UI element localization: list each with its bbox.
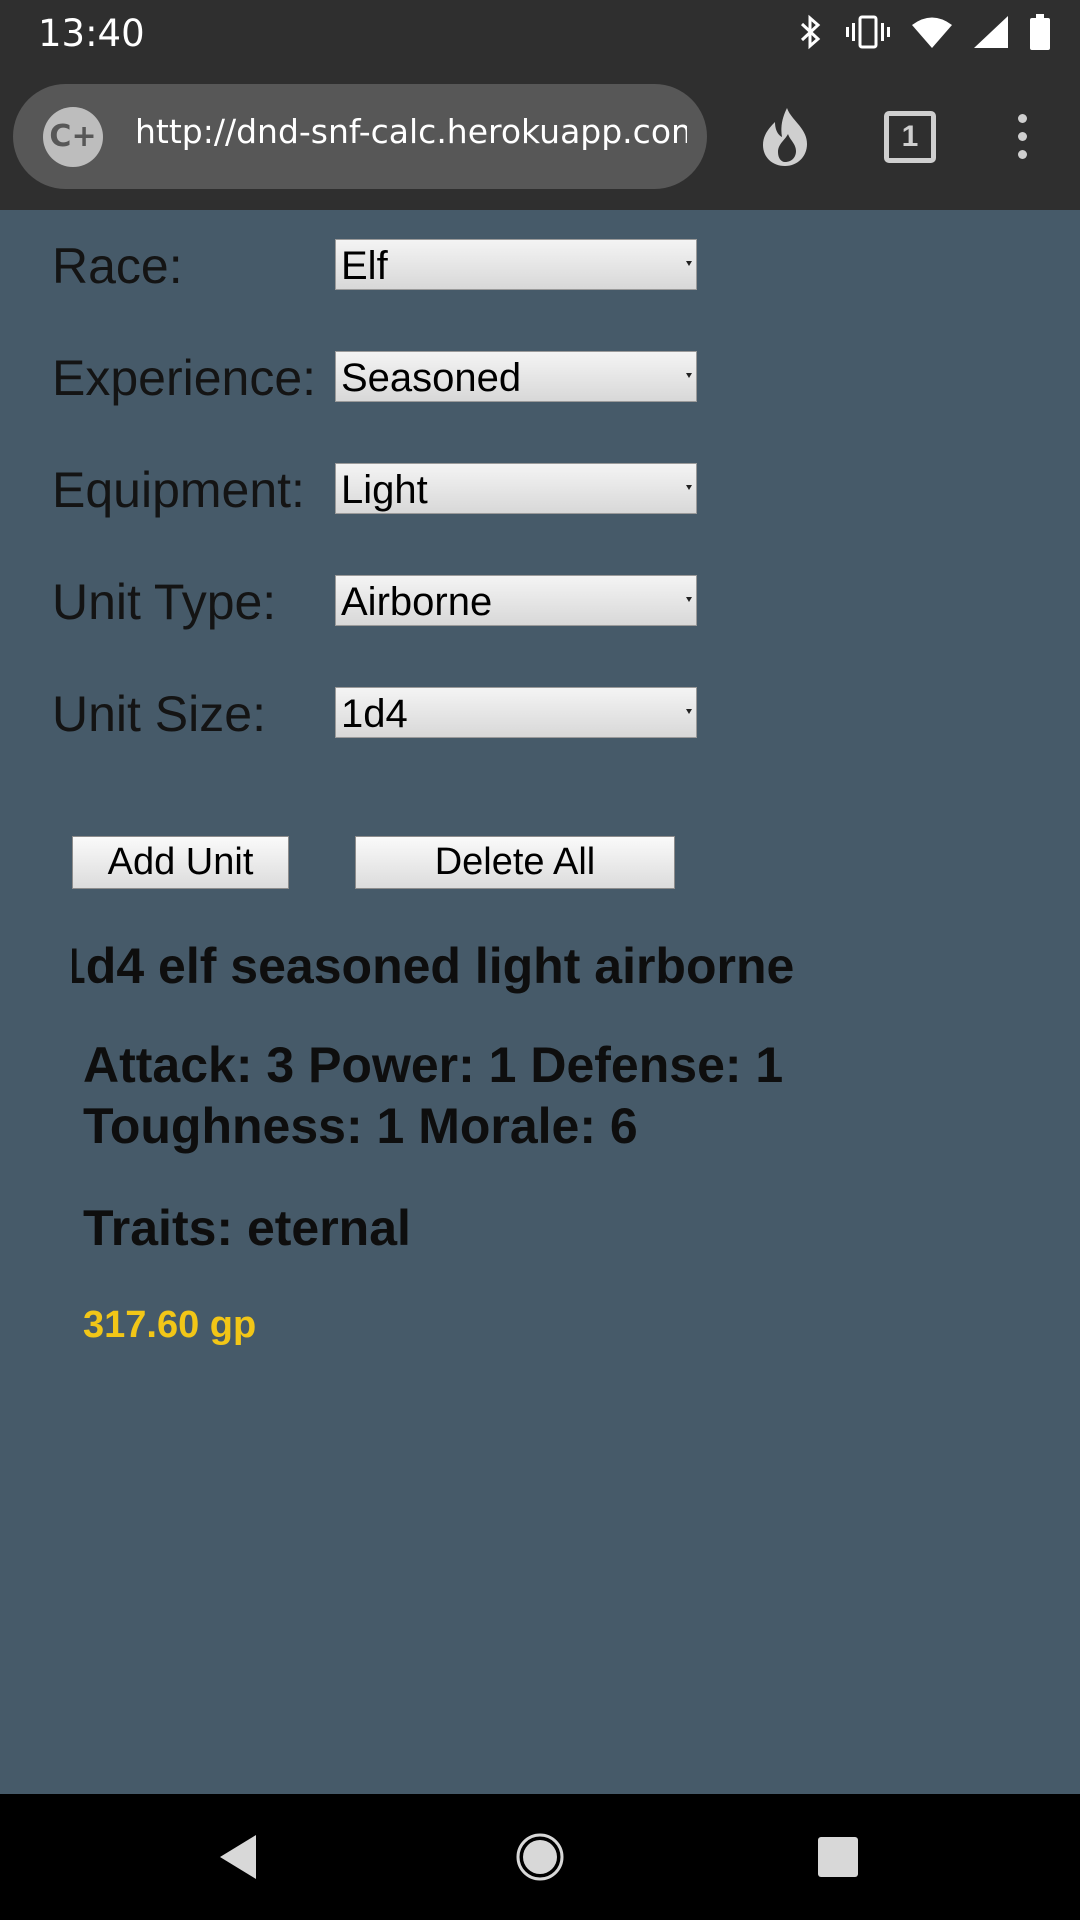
- experience-label: Experience:: [52, 350, 317, 406]
- navigation-bar: [0, 1794, 1080, 1920]
- home-icon: [516, 1833, 564, 1881]
- vibrate-icon: [846, 15, 890, 49]
- status-time: 13:40: [38, 12, 145, 55]
- unit-type-select[interactable]: Airborne: [335, 575, 697, 626]
- url-text[interactable]: http://dnd-snf-calc.herokuapp.com/: [135, 112, 687, 151]
- equipment-label: Equipment:: [52, 462, 305, 518]
- menu-icon: [1017, 114, 1027, 159]
- wifi-icon: [912, 17, 952, 48]
- unit-size-select[interactable]: 1d4: [335, 687, 697, 738]
- recents-button[interactable]: [778, 1794, 898, 1920]
- chevron-down-icon: [686, 261, 692, 266]
- address-bar[interactable]: C+ http://dnd-snf-calc.herokuapp.com/: [13, 84, 707, 189]
- race-label: Race:: [52, 238, 183, 294]
- race-select[interactable]: Elf: [335, 239, 697, 290]
- equipment-select[interactable]: Light: [335, 463, 697, 514]
- add-unit-button[interactable]: Add Unit: [72, 836, 289, 889]
- chevron-down-icon: [686, 373, 692, 378]
- unit-size-label: Unit Size:: [52, 686, 266, 742]
- back-icon: [220, 1835, 256, 1879]
- bluetooth-icon: [800, 14, 821, 50]
- unit-type-row: Unit Type: Airborne: [52, 572, 952, 632]
- delete-all-button[interactable]: Delete All: [355, 836, 675, 889]
- race-row: Race: Elf: [52, 236, 952, 296]
- unit-type-label: Unit Type:: [52, 574, 277, 630]
- unit-type-value: Airborne: [341, 580, 493, 624]
- chevron-down-icon: [686, 485, 692, 490]
- unit-stats-secondary: Toughness: 1 Morale: 6: [83, 1098, 638, 1154]
- unit-cost: 317.60 gp: [83, 1304, 257, 1346]
- chevron-down-icon: [686, 709, 692, 714]
- status-icons: [798, 12, 1050, 52]
- chevron-down-icon: [686, 597, 692, 602]
- tab-count: 1: [884, 110, 936, 163]
- recents-icon: [818, 1837, 858, 1877]
- experience-value: Seasoned: [341, 356, 522, 400]
- menu-button[interactable]: [972, 63, 1072, 210]
- race-value: Elf: [341, 244, 388, 288]
- unit-size-row: Unit Size: 1d4: [52, 684, 952, 744]
- equipment-value: Light: [341, 468, 428, 512]
- unit-traits: Traits: eternal: [83, 1200, 411, 1256]
- experience-row: Experience: Seasoned: [52, 348, 952, 408]
- browser-toolbar: C+ http://dnd-snf-calc.herokuapp.com/ 1: [0, 63, 1080, 210]
- status-bar: 13:40: [0, 0, 1080, 63]
- tabs-button[interactable]: 1: [860, 63, 960, 210]
- battery-icon: [1030, 14, 1050, 50]
- site-info-icon[interactable]: C+: [43, 107, 103, 167]
- page-content: Race: Elf Experience: Seasoned Equipment…: [0, 210, 1080, 1794]
- unit-stats-primary: Attack: 3 Power: 1 Defense: 1: [83, 1037, 784, 1093]
- unit-size-value: 1d4: [341, 692, 408, 736]
- unit-title-wrap: 1d4 elf seasoned light airborne: [72, 932, 972, 1002]
- home-button[interactable]: [480, 1794, 600, 1920]
- unit-title: 1d4 elf seasoned light airborne: [72, 938, 795, 994]
- back-button[interactable]: [178, 1794, 298, 1920]
- flame-button[interactable]: [735, 63, 835, 210]
- equipment-row: Equipment: Light: [52, 460, 952, 520]
- signal-icon: [974, 16, 1008, 48]
- experience-select[interactable]: Seasoned: [335, 351, 697, 402]
- flame-icon: [763, 107, 807, 166]
